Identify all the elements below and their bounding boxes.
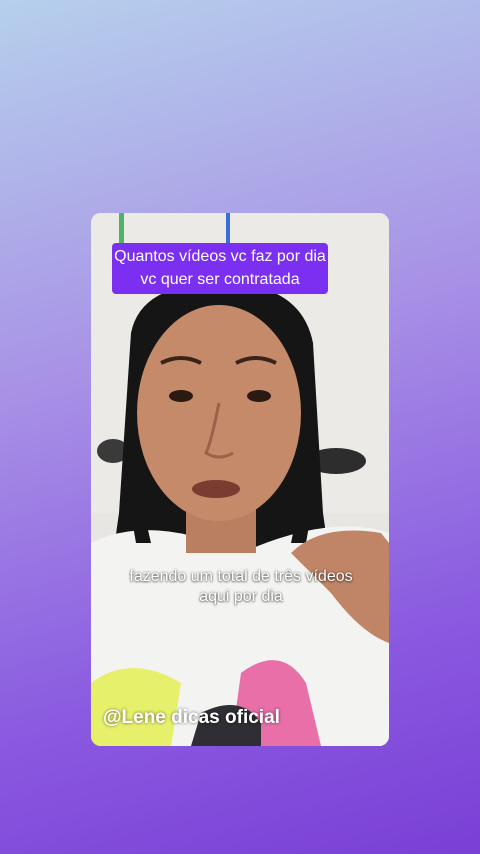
creator-watermark: @Lene dicas oficial (103, 707, 280, 728)
video-subtitle: fazendo um total de três vídeos aqui por… (129, 568, 353, 605)
video-caption-question: Quantos vídeos vc faz por dia vc quer se… (112, 243, 328, 294)
video-card[interactable]: Quantos vídeos vc faz por dia vc quer se… (91, 213, 389, 746)
